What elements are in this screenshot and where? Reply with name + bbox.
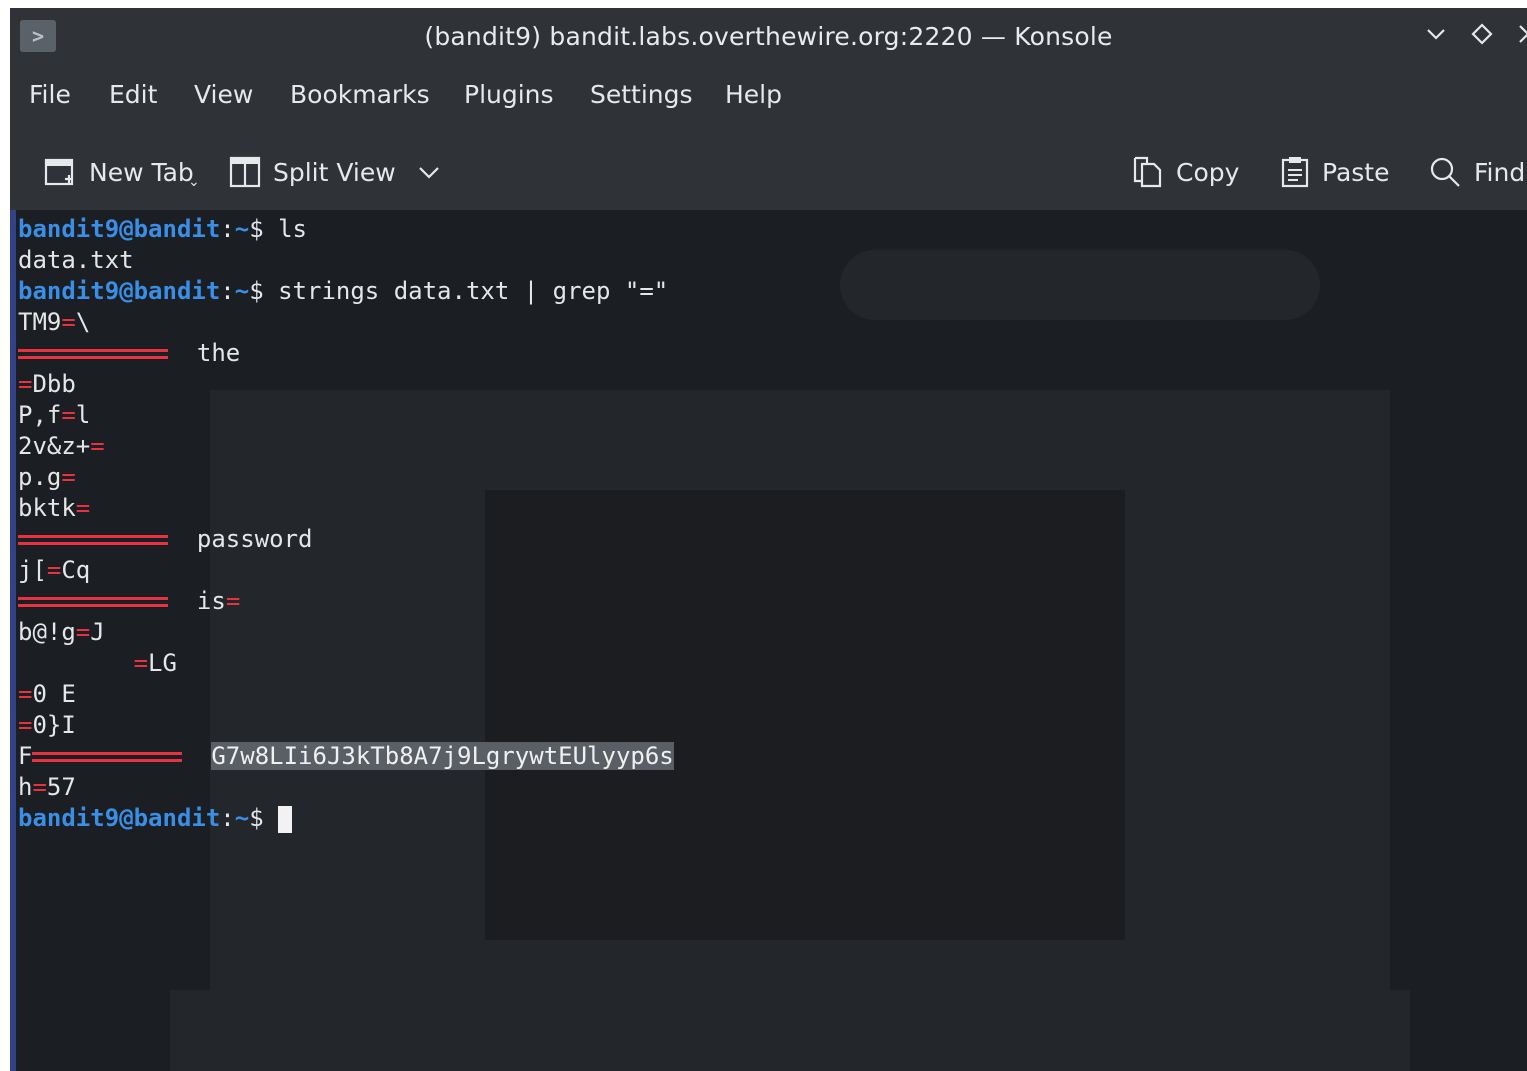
terminal-line: =Dbb [18, 370, 76, 398]
command-text: ls [278, 215, 308, 243]
find-button[interactable]: Find [1428, 154, 1525, 190]
background-search-bar [840, 250, 1320, 320]
copy-button[interactable]: Copy [1132, 154, 1239, 190]
split-view-icon [229, 156, 261, 188]
terminal-line: bandit9@bandit:~$ ls [18, 215, 308, 243]
terminal-line: P,f=l [18, 401, 91, 429]
menu-view[interactable]: View [194, 80, 253, 109]
prompt-cwd: ~ [234, 215, 250, 243]
terminal-line: 2v&z+= [18, 432, 105, 460]
copy-icon [1133, 156, 1162, 188]
terminal-line: b@!g=J [18, 618, 105, 646]
terminal-line: p.g= [18, 463, 76, 491]
split-view-label: Split View [273, 157, 396, 187]
menu-edit[interactable]: Edit [109, 80, 157, 109]
terminal-line: bktk= [18, 494, 91, 522]
menu-settings[interactable]: Settings [590, 80, 693, 109]
scroll-indicator [10, 210, 16, 1071]
terminal-line: TM9=\ [18, 308, 91, 336]
dropdown-arrow-icon[interactable]: ⌄ [188, 174, 200, 190]
menu-bar: File Edit View Bookmarks Plugins Setting… [10, 66, 1527, 128]
terminal-line: =0 E [18, 680, 76, 708]
chevron-down-icon[interactable] [1424, 22, 1448, 52]
prompt-user-host: bandit9@bandit [18, 804, 221, 832]
terminal-line: j[=Cq [18, 556, 91, 584]
close-icon[interactable] [1516, 22, 1527, 52]
background-terminal-window [485, 490, 1125, 940]
find-label: Find [1474, 157, 1526, 187]
toolbar: New Tab ⌄ Split View Copy Paste Find [10, 128, 1527, 211]
menu-help[interactable]: Help [725, 80, 782, 109]
menu-file[interactable]: File [29, 80, 71, 109]
paste-label: Paste [1322, 157, 1390, 187]
terminal-line: h=57 [18, 773, 76, 801]
prompt-cwd: ~ [234, 277, 250, 305]
menu-plugins[interactable]: Plugins [464, 80, 554, 109]
chevron-down-icon[interactable] [416, 159, 442, 185]
terminal-line: data.txt [18, 246, 134, 274]
menu-bookmarks[interactable]: Bookmarks [290, 80, 430, 109]
paste-button[interactable]: Paste [1280, 154, 1389, 190]
password-selection[interactable]: G7w8LIi6J3kTb8A7j9LgrywtEUlyyp6s [211, 742, 674, 770]
terminal-line: the [18, 339, 240, 370]
command-text: strings data.txt | grep "=" [278, 277, 669, 305]
background-video-controls [170, 990, 1410, 1071]
split-view-button[interactable]: Split View [229, 154, 442, 190]
prompt-cwd: ~ [234, 804, 250, 832]
window-title: (bandit9) bandit.labs.overthewire.org:22… [424, 22, 1113, 51]
new-tab-icon [44, 158, 74, 186]
terminal-line: =LG [133, 649, 177, 677]
paste-icon [1281, 157, 1309, 188]
konsole-window: > (bandit9) bandit.labs.overthewire.org:… [10, 8, 1527, 1071]
copy-label: Copy [1176, 157, 1240, 187]
diamond-icon[interactable] [1470, 22, 1494, 52]
terminal-line: bandit9@bandit:~$ [18, 804, 293, 835]
text-cursor [278, 805, 293, 833]
terminal-line: password [18, 525, 313, 556]
terminal-line: bandit9@bandit:~$ strings data.txt | gre… [18, 277, 669, 305]
new-tab-button[interactable]: New Tab ⌄ [43, 154, 200, 190]
terminal-line: =0}I [18, 711, 76, 739]
terminal-line: is= [18, 587, 240, 618]
terminal-line: F G7w8LIi6J3kTb8A7j9LgrywtEUlyyp6s [18, 742, 674, 770]
new-tab-label: New Tab [89, 157, 194, 187]
search-icon [1430, 157, 1460, 187]
prompt-user-host: bandit9@bandit [18, 215, 221, 243]
prompt-user-host: bandit9@bandit [18, 277, 221, 305]
title-bar: > (bandit9) bandit.labs.overthewire.org:… [10, 8, 1527, 66]
